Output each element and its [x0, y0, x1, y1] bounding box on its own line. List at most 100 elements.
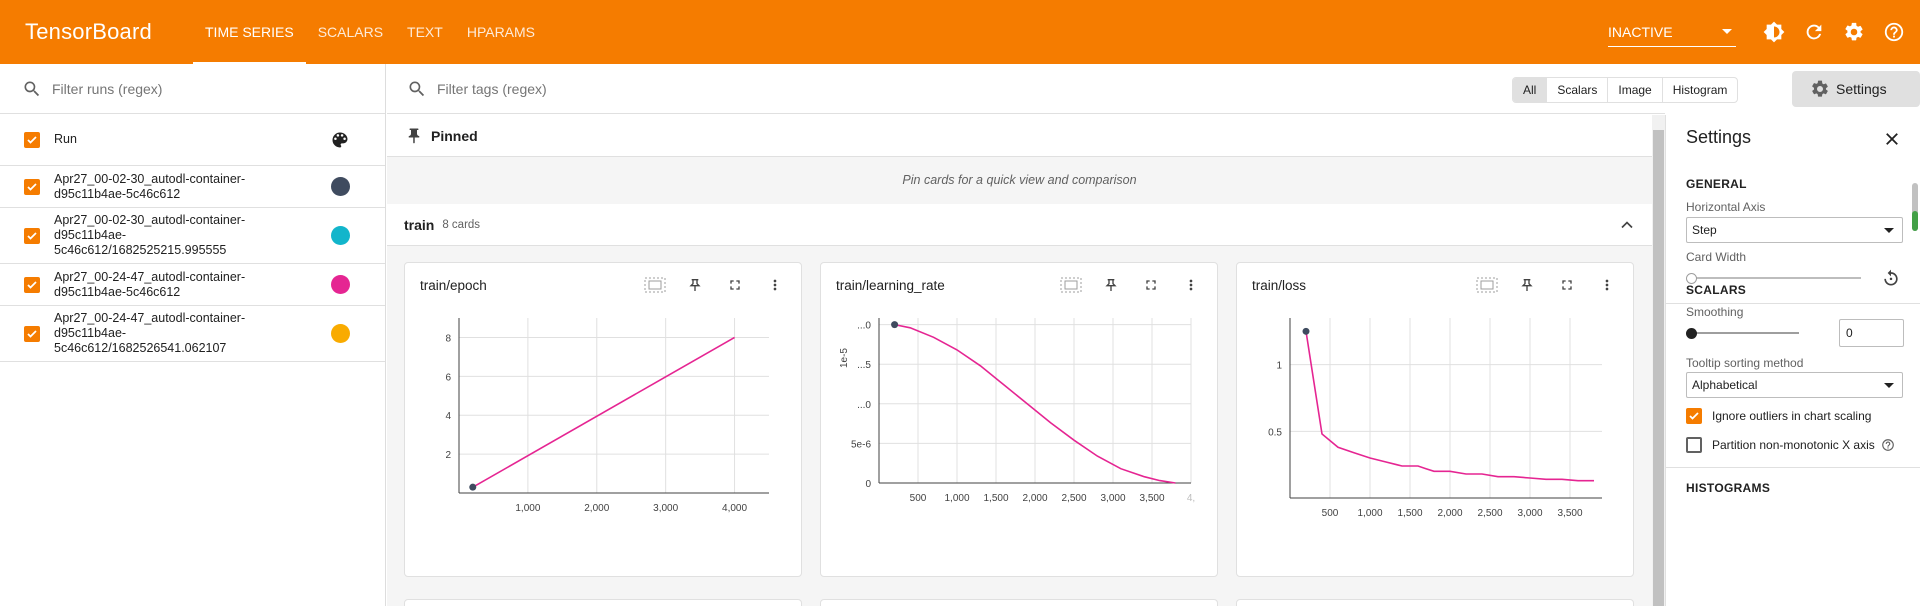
more-vert-icon[interactable]	[755, 273, 795, 297]
tab-scalars[interactable]: SCALARS	[306, 0, 395, 64]
partition-checkbox[interactable]	[1686, 437, 1702, 453]
chevron-up-icon[interactable]	[1617, 215, 1637, 235]
smoothing-slider[interactable]	[1686, 328, 1804, 339]
tooltip-sort-select[interactable]: Alphabetical	[1686, 372, 1903, 398]
run-color-swatch[interactable]	[331, 324, 350, 343]
help-icon[interactable]	[1881, 438, 1895, 452]
reset-icon[interactable]	[1881, 268, 1901, 291]
smoothing-label: Smoothing	[1686, 305, 1744, 319]
y-tick-label: 0.5	[1268, 427, 1282, 438]
run-checkbox[interactable]	[24, 178, 40, 195]
scalar-card: train/epoch 1,000 2,000 3,000 4,000 2 4 6 8	[404, 262, 802, 577]
tab-text[interactable]: TEXT	[395, 0, 455, 64]
section-divider	[1666, 467, 1920, 468]
horizontal-axis-value: Step	[1692, 223, 1717, 237]
fit-domain-icon[interactable]	[635, 273, 675, 297]
x-tick-label: 3,000	[1517, 508, 1542, 519]
x-tick-label: 3,000	[1100, 493, 1125, 504]
x-tick-label: 3,000	[653, 503, 678, 514]
run-row[interactable]: Apr27_00-24-47_autodl-container-d95c11b4…	[0, 306, 385, 362]
runs-panel: Run Apr27_00-02-30_autodl-container-d95c…	[0, 64, 386, 606]
run-row[interactable]: Apr27_00-02-30_autodl-container-d95c11b4…	[0, 208, 385, 264]
help-icon[interactable]	[1874, 12, 1914, 52]
line-chart[interactable]: 500 1,000 1,500 2,000 2,500 3,000 3,500 0.5 1	[1237, 308, 1635, 558]
more-vert-icon[interactable]	[1587, 273, 1627, 297]
run-checkbox[interactable]	[24, 276, 40, 293]
fit-domain-icon[interactable]	[1467, 273, 1507, 297]
ignore-outliers-option[interactable]: Ignore outliers in chart scaling	[1686, 408, 1871, 424]
select-all-checkbox[interactable]	[24, 131, 40, 148]
ignore-outliers-checkbox[interactable]	[1686, 408, 1702, 424]
y-tick-label: 0	[865, 479, 871, 490]
horizontal-axis-select[interactable]: Step	[1686, 217, 1903, 243]
x-tick-label: 2,500	[1477, 508, 1502, 519]
card-group-header[interactable]: train 8 cards	[387, 204, 1652, 246]
run-row[interactable]: Apr27_00-02-30_autodl-container-d95c11b4…	[0, 166, 385, 208]
pin-icon[interactable]	[1091, 273, 1131, 297]
card-width-slider[interactable]	[1686, 273, 1866, 284]
main-scrollbar-thumb[interactable]	[1653, 130, 1664, 606]
line-chart[interactable]: 500 1,000 1,500 2,000 2,500 3,000 3,500 4, 0 5e-6…	[821, 308, 1219, 558]
main-scrollbar[interactable]	[1652, 115, 1665, 606]
run-name: Apr27_00-24-47_autodl-container-d95c11b4…	[54, 270, 284, 300]
fullscreen-icon[interactable]	[1547, 273, 1587, 297]
refresh-icon[interactable]	[1794, 12, 1834, 52]
type-image-button[interactable]: Image	[1608, 78, 1663, 102]
scalar-card	[404, 599, 802, 606]
slider-track	[1689, 277, 1861, 279]
slider-track	[1689, 332, 1799, 334]
histograms-section-title: HISTOGRAMS	[1686, 481, 1771, 495]
gear-icon[interactable]	[1834, 12, 1874, 52]
type-histogram-button[interactable]: Histogram	[1663, 78, 1738, 102]
tag-filter-input[interactable]	[437, 80, 737, 97]
y-tick-label: ...0	[857, 400, 871, 411]
x-tick-label: 4,	[1187, 493, 1195, 504]
run-color-swatch[interactable]	[331, 275, 350, 294]
run-row[interactable]: Apr27_00-24-47_autodl-container-d95c11b4…	[0, 264, 385, 306]
x-tick-label: 1,000	[1357, 508, 1382, 519]
fullscreen-icon[interactable]	[1131, 273, 1171, 297]
ignore-outliers-label: Ignore outliers in chart scaling	[1712, 409, 1872, 423]
type-scalars-button[interactable]: Scalars	[1547, 78, 1609, 102]
palette-icon[interactable]	[330, 130, 350, 150]
fit-domain-icon[interactable]	[1051, 273, 1091, 297]
top-app-bar: TensorBoard TIME SERIES SCALARS TEXT HPA…	[0, 0, 1920, 64]
card-actions	[1467, 273, 1627, 297]
run-color-swatch[interactable]	[331, 177, 350, 196]
y-tick-label: 6	[445, 372, 451, 383]
x-tick-label: 1,000	[944, 493, 969, 504]
close-icon[interactable]	[1878, 125, 1906, 153]
card-actions	[1051, 273, 1211, 297]
runs-header-row: Run	[0, 114, 385, 166]
plugin-type-filter: All Scalars Image Histogram	[1512, 77, 1739, 103]
y-tick-label: 1	[1276, 361, 1282, 372]
type-all-button[interactable]: All	[1513, 78, 1548, 102]
series-start-point	[1302, 327, 1310, 335]
search-icon	[409, 81, 425, 96]
y-axis-scale-label: 1e-5	[839, 348, 850, 368]
run-checkbox[interactable]	[24, 227, 40, 244]
run-color-swatch[interactable]	[331, 226, 350, 245]
series-start-point	[469, 483, 477, 491]
settings-toggle-button[interactable]: Settings	[1792, 71, 1920, 107]
slider-knob[interactable]	[1686, 328, 1697, 339]
card-title: train/learning_rate	[836, 278, 945, 293]
more-vert-icon[interactable]	[1171, 273, 1211, 297]
fullscreen-icon[interactable]	[715, 273, 755, 297]
run-name-line: d95c11b4ae-	[54, 326, 127, 340]
general-section-title: GENERAL	[1686, 177, 1747, 191]
brightness-icon[interactable]	[1754, 12, 1794, 52]
tab-time-series[interactable]: TIME SERIES	[193, 0, 306, 64]
run-checkbox[interactable]	[24, 325, 40, 342]
line-chart[interactable]: 1,000 2,000 3,000 4,000 2 4 6 8	[405, 308, 803, 558]
chevron-down-icon	[1884, 382, 1894, 388]
pin-icon[interactable]	[1507, 273, 1547, 297]
tab-hparams[interactable]: HPARAMS	[455, 0, 547, 64]
plugin-status-select[interactable]: INACTIVE	[1608, 17, 1736, 47]
scalar-card: train/learning_rate 500 1,000 1,500 2,000 2,…	[820, 262, 1218, 577]
settings-scrollbar-indicator	[1912, 211, 1918, 231]
smoothing-input[interactable]: 0	[1839, 319, 1904, 347]
partition-option[interactable]: Partition non-monotonic X axis	[1686, 437, 1895, 453]
runs-filter-input[interactable]	[52, 80, 352, 97]
pin-icon[interactable]	[675, 273, 715, 297]
